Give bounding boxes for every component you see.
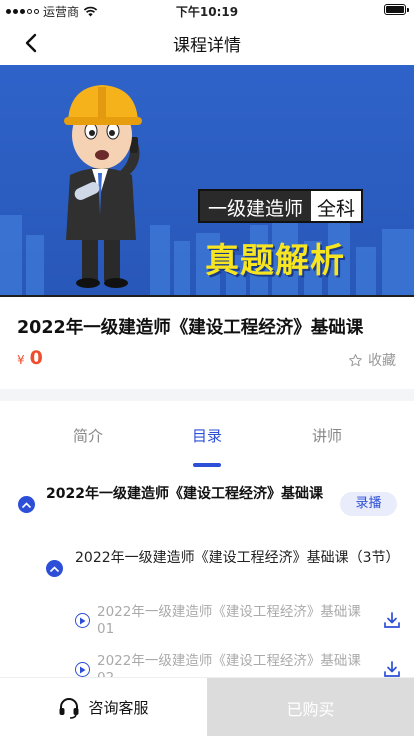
favorite-label: 收藏: [368, 353, 396, 369]
bottom-action-bar: 咨询客服 已购买: [0, 677, 414, 736]
course-price: ¥ 0: [17, 347, 43, 369]
tab-teacher[interactable]: 讲师: [267, 425, 387, 446]
chevron-up-icon: [22, 501, 31, 508]
banner-tag-left: 一级建造师: [208, 198, 304, 220]
section-title[interactable]: 2022年一级建造师《建设工程经济》基础课（3节）: [75, 549, 400, 568]
download-icon[interactable]: [383, 660, 401, 677]
play-icon[interactable]: [75, 613, 90, 628]
nav-bar: 课程详情: [0, 20, 414, 64]
tab-catalog[interactable]: 目录: [147, 425, 267, 446]
battery-icon: [384, 4, 409, 15]
chapter-collapse-button[interactable]: [18, 496, 35, 513]
page-title: 课程详情: [173, 36, 241, 56]
tab-intro[interactable]: 简介: [28, 425, 148, 446]
customer-service-label: 咨询客服: [88, 699, 149, 717]
banner-tag: 一级建造师 全科: [198, 189, 364, 223]
headset-icon: [59, 697, 79, 719]
banner-headline: 真题解析: [205, 241, 345, 281]
download-icon[interactable]: [383, 611, 401, 633]
tab-bar: 简介 目录 讲师: [0, 401, 414, 467]
price-currency: ¥: [17, 353, 25, 367]
price-value: 0: [29, 347, 43, 369]
course-info: 2022年一级建造师《建设工程经济》基础课 ¥ 0 收藏: [0, 297, 414, 389]
lesson-title[interactable]: 2022年一级建造师《建设工程经济》基础课02: [97, 653, 377, 677]
status-time: 下午10:19: [175, 5, 239, 19]
status-bar: 运营商 下午10:19: [0, 0, 414, 20]
favorite-button[interactable]: 收藏: [348, 350, 396, 370]
recorded-badge: 录播: [340, 492, 397, 516]
chevron-up-icon: [50, 565, 59, 572]
play-icon[interactable]: [75, 662, 90, 677]
section-collapse-button[interactable]: [46, 560, 63, 577]
lesson-title[interactable]: 2022年一级建造师《建设工程经济》基础课01: [97, 604, 377, 638]
course-title: 2022年一级建造师《建设工程经济》基础课: [17, 318, 364, 338]
customer-service-button[interactable]: 咨询客服: [0, 678, 207, 736]
banner-tag-right: 全科: [311, 191, 362, 221]
star-icon: [349, 353, 362, 366]
purchased-button[interactable]: 已购买: [207, 678, 414, 736]
catalog-list: 2022年一级建造师《建设工程经济》基础课 录播 2022年一级建造师《建设工程…: [0, 467, 414, 677]
section-divider: [0, 389, 414, 401]
course-banner: 一级建造师 全科 真题解析: [0, 65, 414, 297]
chapter-title[interactable]: 2022年一级建造师《建设工程经济》基础课: [46, 485, 326, 504]
